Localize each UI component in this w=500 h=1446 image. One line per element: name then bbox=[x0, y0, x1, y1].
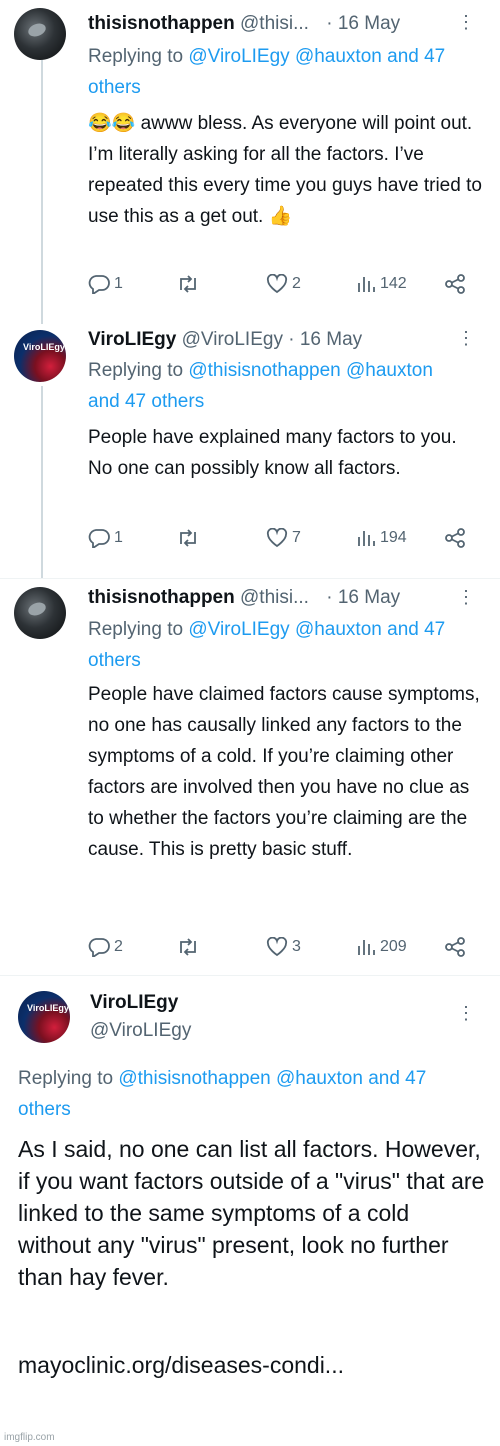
reply-count: 1 bbox=[114, 275, 123, 292]
view-count: 142 bbox=[380, 275, 407, 292]
replying-to: Replying to @thisisnothappen @hauxton an… bbox=[88, 355, 468, 417]
handle[interactable]: @thisi... bbox=[240, 587, 309, 608]
replying-to-label: Replying to bbox=[18, 1068, 114, 1089]
tweet-text: People have explained many factors to yo… bbox=[88, 427, 457, 479]
analytics-icon bbox=[358, 277, 375, 292]
views-button[interactable]: 142 bbox=[356, 274, 407, 294]
tweet-1[interactable]: thisisnothappen @thisi... · 16 May ⋮ Rep… bbox=[0, 0, 500, 318]
tweet-text: As I said, no one can list all factors. … bbox=[18, 1136, 485, 1290]
replying-to: Replying to @ViroLIEgy @hauxton and 47 o… bbox=[88, 41, 468, 103]
share-button[interactable] bbox=[444, 528, 466, 548]
avatar[interactable] bbox=[14, 587, 66, 639]
thread-line bbox=[41, 60, 43, 318]
display-name[interactable]: ViroLIEgy bbox=[90, 992, 178, 1014]
more-options-icon[interactable]: ⋮ bbox=[457, 587, 475, 608]
replying-to: Replying to @ViroLIEgy @hauxton and 47 o… bbox=[88, 614, 468, 676]
timestamp[interactable]: · 16 May bbox=[288, 329, 362, 350]
views-button[interactable]: 209 bbox=[356, 937, 407, 957]
reply-button[interactable]: 2 bbox=[88, 937, 123, 957]
retweet-icon bbox=[180, 938, 196, 956]
watermark: imgflip.com bbox=[4, 1432, 55, 1443]
avatar[interactable]: ViroLIEgy bbox=[14, 330, 66, 382]
retweet-icon bbox=[180, 529, 196, 547]
like-button[interactable]: 7 bbox=[266, 528, 301, 548]
avatar-label: ViroLIEgy bbox=[27, 1003, 69, 1013]
heart-icon bbox=[266, 528, 288, 548]
retweet-button[interactable] bbox=[176, 528, 200, 548]
more-options-icon[interactable]: ⋮ bbox=[457, 12, 475, 33]
reply-count: 1 bbox=[114, 529, 123, 546]
retweet-button[interactable] bbox=[176, 274, 200, 294]
avatar-label: ViroLIEgy bbox=[23, 342, 65, 352]
avatar[interactable] bbox=[14, 8, 66, 60]
analytics-icon bbox=[358, 531, 375, 546]
more-options-icon[interactable]: ⋮ bbox=[457, 328, 475, 349]
view-count: 194 bbox=[380, 529, 407, 546]
tweet-header: thisisnothappen @thisi... · 16 May bbox=[88, 13, 400, 35]
share-button[interactable] bbox=[444, 274, 466, 294]
replying-to: Replying to @thisisnothappen @hauxton an… bbox=[18, 1063, 478, 1125]
like-button[interactable]: 3 bbox=[266, 937, 301, 957]
like-count: 7 bbox=[292, 529, 301, 546]
heart-icon bbox=[266, 937, 288, 957]
timestamp[interactable]: · 16 May bbox=[326, 13, 400, 34]
share-icon bbox=[445, 937, 465, 957]
more-options-icon[interactable]: ⋮ bbox=[457, 1003, 475, 1024]
reply-icon bbox=[88, 275, 110, 294]
replying-to-users[interactable]: @thisisnothappen @hauxton bbox=[118, 1068, 363, 1089]
handle[interactable]: @ViroLIEgy bbox=[90, 1020, 191, 1042]
tweet-3[interactable]: thisisnothappen @thisi... · 16 May ⋮ Rep… bbox=[0, 579, 500, 975]
retweet-button[interactable] bbox=[176, 937, 200, 957]
replying-to-label: Replying to bbox=[88, 360, 184, 381]
reply-icon bbox=[88, 529, 110, 548]
avatar[interactable]: ViroLIEgy bbox=[18, 991, 70, 1043]
replying-to-users[interactable]: @ViroLIEgy @hauxton bbox=[188, 46, 382, 67]
like-button[interactable]: 2 bbox=[266, 274, 301, 294]
display-name[interactable]: thisisnothappen bbox=[88, 587, 235, 608]
action-bar: 1 7 194 bbox=[88, 528, 470, 552]
views-button[interactable]: 194 bbox=[356, 528, 407, 548]
share-icon bbox=[445, 528, 465, 548]
reply-button[interactable]: 1 bbox=[88, 274, 123, 294]
tweet-2[interactable]: ViroLIEgy ViroLIEgy @ViroLIEgy · 16 May … bbox=[0, 318, 500, 578]
action-bar: 1 2 142 bbox=[88, 274, 470, 298]
thread-line bbox=[41, 386, 43, 578]
display-name[interactable]: thisisnothappen bbox=[88, 13, 235, 34]
like-count: 2 bbox=[292, 275, 301, 292]
analytics-icon bbox=[358, 940, 375, 955]
retweet-icon bbox=[180, 275, 196, 293]
share-button[interactable] bbox=[444, 937, 466, 957]
handle[interactable]: @thisi... bbox=[240, 13, 309, 34]
replying-to-users[interactable]: @ViroLIEgy @hauxton bbox=[188, 619, 382, 640]
like-count: 3 bbox=[292, 938, 301, 955]
view-count: 209 bbox=[380, 938, 407, 955]
reply-button[interactable]: 1 bbox=[88, 528, 123, 548]
replying-to-label: Replying to bbox=[88, 46, 184, 67]
tweet-header: thisisnothappen @thisi... · 16 May bbox=[88, 587, 400, 609]
share-icon bbox=[445, 274, 465, 294]
tweet-4[interactable]: ViroLIEgy ViroLIEgy @ViroLIEgy ⋮ Replyin… bbox=[0, 976, 500, 1446]
reply-count: 2 bbox=[114, 938, 123, 955]
thread-line bbox=[41, 318, 43, 324]
emoji: 😂😂 bbox=[88, 113, 136, 134]
replying-to-label: Replying to bbox=[88, 619, 184, 640]
heart-icon bbox=[266, 274, 288, 294]
tweet-header: ViroLIEgy @ViroLIEgy · 16 May bbox=[88, 329, 362, 351]
tweet-link[interactable]: mayoclinic.org/diseases-condi... bbox=[18, 1349, 486, 1381]
display-name[interactable]: ViroLIEgy bbox=[88, 329, 176, 350]
tweet-text: 😂😂 awww bless. As everyone will point ou… bbox=[88, 108, 483, 232]
reply-icon bbox=[88, 938, 110, 957]
replying-to-users[interactable]: @thisisnothappen bbox=[188, 360, 340, 381]
tweet-text: People have claimed factors cause sympto… bbox=[88, 684, 480, 860]
handle[interactable]: @ViroLIEgy bbox=[182, 329, 283, 350]
thumbs-up-emoji: 👍 bbox=[268, 206, 293, 227]
timestamp[interactable]: · 16 May bbox=[326, 587, 400, 608]
action-bar: 2 3 209 bbox=[88, 937, 470, 961]
